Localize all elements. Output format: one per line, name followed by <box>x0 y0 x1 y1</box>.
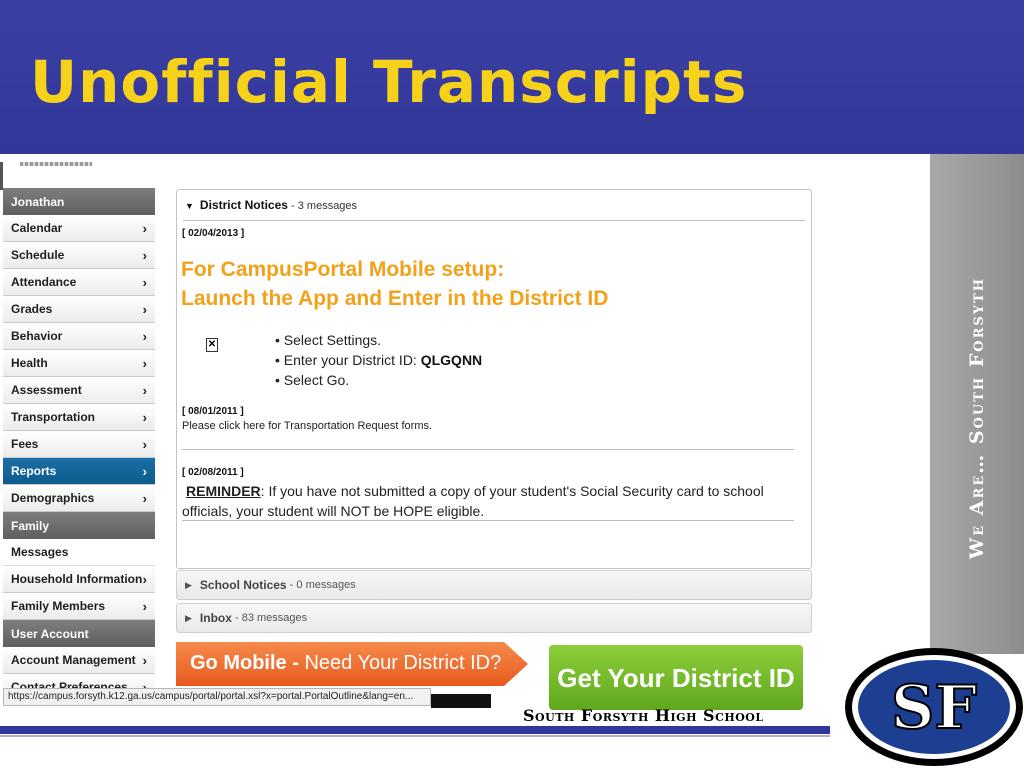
reminder-notice: REMINDER: If you have not submitted a co… <box>182 481 794 521</box>
school-notices-panel[interactable]: ▶ School Notices - 0 messages <box>176 570 812 600</box>
portal-screenshot: Jonathan Calendar › Schedule › Attendance ›… <box>0 154 930 710</box>
district-notices-title: District Notices <box>199 198 288 212</box>
sidebar-item-health[interactable]: Health › <box>3 350 155 377</box>
sidebar-item-grades[interactable]: Grades › <box>3 296 155 323</box>
divider <box>182 520 794 521</box>
transportation-notice-link[interactable]: Please click here for Transportation Req… <box>182 420 432 432</box>
portal-logo-strip <box>20 162 92 166</box>
sidebar-item-label: Behavior <box>11 329 63 343</box>
district-id-code: QLGQNN <box>420 352 483 368</box>
logo-letters: SF <box>891 673 977 743</box>
notice-date: [ 02/08/2011 ] <box>182 467 244 478</box>
notice-date: [ 08/01/2011 ] <box>182 406 244 417</box>
sidebar-item-label: Attendance <box>11 275 77 289</box>
sidebar-item-fees[interactable]: Fees › <box>3 431 155 458</box>
chevron-right-icon: › <box>142 301 147 317</box>
district-notices-header[interactable]: ▼ District Notices - 3 messages <box>185 198 357 212</box>
notice-heading-line2: Launch the App and Enter in the District… <box>181 287 609 310</box>
window-edge <box>0 162 3 190</box>
sidebar-item-behavior[interactable]: Behavior › <box>3 323 155 350</box>
setup-step: Select Go. <box>275 370 482 390</box>
go-mobile-banner[interactable]: Go Mobile - Need Your District ID? <box>176 642 528 686</box>
sidebar-item-label: Household Information <box>11 572 143 586</box>
chevron-right-icon: › <box>142 274 147 290</box>
inbox-count: 83 messages <box>241 612 308 624</box>
sidebar-item-label: Account Management <box>11 653 136 667</box>
sidebar-item-label: Fees <box>11 437 39 451</box>
browser-status-url: https://campus.forsyth.k12.ga.us/campus/… <box>3 688 431 706</box>
caret-down-icon: ▼ <box>185 201 194 211</box>
slide-title: Unofficial Transcripts <box>30 48 748 116</box>
chevron-right-icon: › <box>142 571 147 587</box>
inbox-title: Inbox <box>199 611 232 625</box>
get-district-id-button[interactable]: Get Your District ID <box>549 645 803 710</box>
sidebar-item-label: Grades <box>11 302 53 316</box>
sidebar-user-header: Jonathan <box>3 188 155 215</box>
sidebar-family-header: Family <box>3 512 155 539</box>
sidebar-item-family-members[interactable]: Family Members › <box>3 593 155 620</box>
side-text: We Are… South Forsyth <box>966 276 988 560</box>
sf-logo: SF <box>845 648 1023 766</box>
sidebar-item-messages[interactable]: Messages <box>3 539 155 566</box>
broken-image-icon: ✕ <box>206 338 218 352</box>
sidebar-item-label: Transportation <box>11 410 96 424</box>
district-notices-count: 3 messages <box>297 200 358 212</box>
chevron-right-icon: › <box>142 382 147 398</box>
sidebar-item-attendance[interactable]: Attendance › <box>3 269 155 296</box>
sidebar-item-calendar[interactable]: Calendar › <box>3 215 155 242</box>
chevron-right-icon: › <box>142 652 147 668</box>
sidebar-item-account-management[interactable]: Account Management › <box>3 647 155 674</box>
inbox-panel[interactable]: ▶ Inbox - 83 messages <box>176 603 812 633</box>
notice-date: [ 02/04/2013 ] <box>182 228 245 239</box>
sidebar-account-header: User Account <box>3 620 155 647</box>
sidebar-item-household-information[interactable]: Household Information › <box>3 566 155 593</box>
footer-school-name: South Forsyth High School <box>523 706 764 725</box>
chevron-right-icon: › <box>142 598 147 614</box>
chevron-right-icon: › <box>142 220 147 236</box>
reminder-label: REMINDER <box>186 483 261 499</box>
school-notices-count: 0 messages <box>296 579 356 591</box>
setup-step: Enter your District ID: QLGQNN <box>275 350 482 370</box>
sidebar-item-label: Demographics <box>11 491 95 505</box>
chevron-right-icon: › <box>142 328 147 344</box>
slide-header: Unofficial Transcripts <box>0 0 1024 154</box>
caret-right-icon: ▶ <box>185 612 192 623</box>
go-mobile-text: Go Mobile - Need Your District ID? <box>190 652 502 674</box>
sidebar-item-label: Reports <box>11 464 57 478</box>
get-district-id-label: Get Your District ID <box>557 663 795 693</box>
chevron-right-icon: › <box>142 355 147 371</box>
school-notices-title: School Notices <box>199 578 287 592</box>
sidebar-item-label: Family Members <box>11 599 106 613</box>
divider <box>183 220 805 221</box>
portal-sidebar: Jonathan Calendar › Schedule › Attendance ›… <box>3 188 155 701</box>
sidebar-item-transportation[interactable]: Transportation › <box>3 404 155 431</box>
sidebar-item-label: Schedule <box>11 248 65 262</box>
chevron-right-icon: › <box>142 247 147 263</box>
caret-right-icon: ▶ <box>185 579 192 590</box>
sidebar-item-label: Calendar <box>11 221 63 235</box>
district-notices-panel: ▼ District Notices - 3 messages [ 02/04/2… <box>176 189 812 569</box>
sidebar-item-demographics[interactable]: Demographics › <box>3 485 155 512</box>
footer-line-accent <box>0 735 830 737</box>
divider <box>182 449 794 450</box>
reminder-text: : If you have not submitted a copy of yo… <box>182 483 764 519</box>
sidebar-item-label: Assessment <box>11 383 82 397</box>
sidebar-item-schedule[interactable]: Schedule › <box>3 242 155 269</box>
status-bar-block <box>431 694 491 708</box>
setup-step: Select Settings. <box>275 330 482 350</box>
chevron-right-icon: › <box>142 463 147 479</box>
sidebar-item-assessment[interactable]: Assessment › <box>3 377 155 404</box>
chevron-right-icon: › <box>142 436 147 452</box>
chevron-right-icon: › <box>142 490 147 506</box>
setup-steps-list: Select Settings. Enter your District ID:… <box>275 330 482 390</box>
notice-heading-line1: For CampusPortal Mobile setup: <box>181 258 505 281</box>
footer-line <box>0 726 830 734</box>
sidebar-item-label: Health <box>11 356 48 370</box>
sidebar-item-reports[interactable]: Reports › <box>3 458 155 485</box>
chevron-right-icon: › <box>142 409 147 425</box>
